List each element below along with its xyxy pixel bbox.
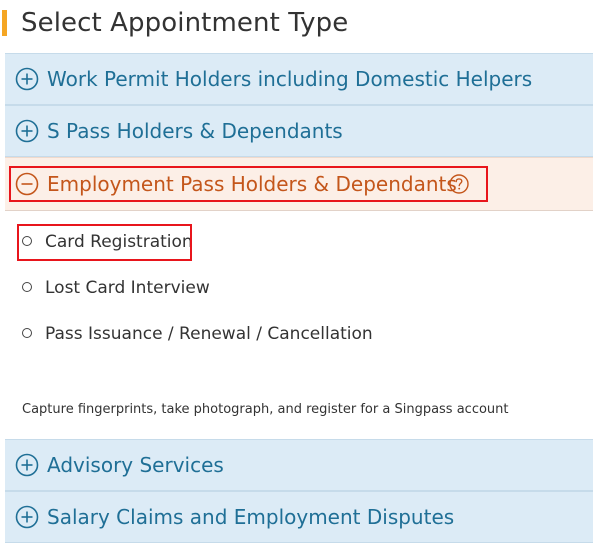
plus-circle-icon bbox=[15, 119, 39, 143]
accordion-s-pass[interactable]: S Pass Holders & Dependants bbox=[5, 105, 593, 157]
accordion-label: Employment Pass Holders & Dependants bbox=[47, 172, 457, 196]
accordion-label: Advisory Services bbox=[47, 453, 224, 477]
title-accent-bar bbox=[2, 10, 7, 36]
accordion-label: S Pass Holders & Dependants bbox=[47, 119, 343, 143]
accordion-label: Work Permit Holders including Domestic H… bbox=[47, 67, 533, 91]
option-label: Card Registration bbox=[45, 232, 193, 252]
radio-button[interactable] bbox=[22, 236, 32, 246]
option-label: Lost Card Interview bbox=[45, 278, 210, 298]
plus-circle-icon bbox=[15, 453, 39, 477]
accordion-advisory-services[interactable]: Advisory Services bbox=[5, 439, 593, 491]
plus-circle-icon bbox=[15, 505, 39, 529]
radio-option-pass-issuance[interactable]: Pass Issuance / Renewal / Cancellation bbox=[22, 322, 373, 346]
accordion-label: Salary Claims and Employment Disputes bbox=[47, 505, 455, 529]
accordion-employment-pass[interactable]: Employment Pass Holders & Dependants bbox=[5, 157, 593, 211]
radio-option-card-registration[interactable]: Card Registration bbox=[22, 230, 193, 254]
plus-circle-icon bbox=[15, 67, 39, 91]
radio-button[interactable] bbox=[22, 328, 32, 338]
page-header: Select Appointment Type bbox=[0, 8, 348, 38]
option-description: Capture fingerprints, take photograph, a… bbox=[22, 402, 509, 417]
radio-button[interactable] bbox=[22, 282, 32, 292]
question-circle-icon[interactable] bbox=[448, 173, 470, 195]
page-title: Select Appointment Type bbox=[21, 8, 349, 38]
accordion-salary-claims[interactable]: Salary Claims and Employment Disputes bbox=[5, 491, 593, 543]
accordion-work-permit[interactable]: Work Permit Holders including Domestic H… bbox=[5, 53, 593, 105]
minus-circle-icon bbox=[15, 172, 39, 196]
radio-option-lost-card-interview[interactable]: Lost Card Interview bbox=[22, 276, 210, 300]
option-label: Pass Issuance / Renewal / Cancellation bbox=[45, 324, 373, 344]
